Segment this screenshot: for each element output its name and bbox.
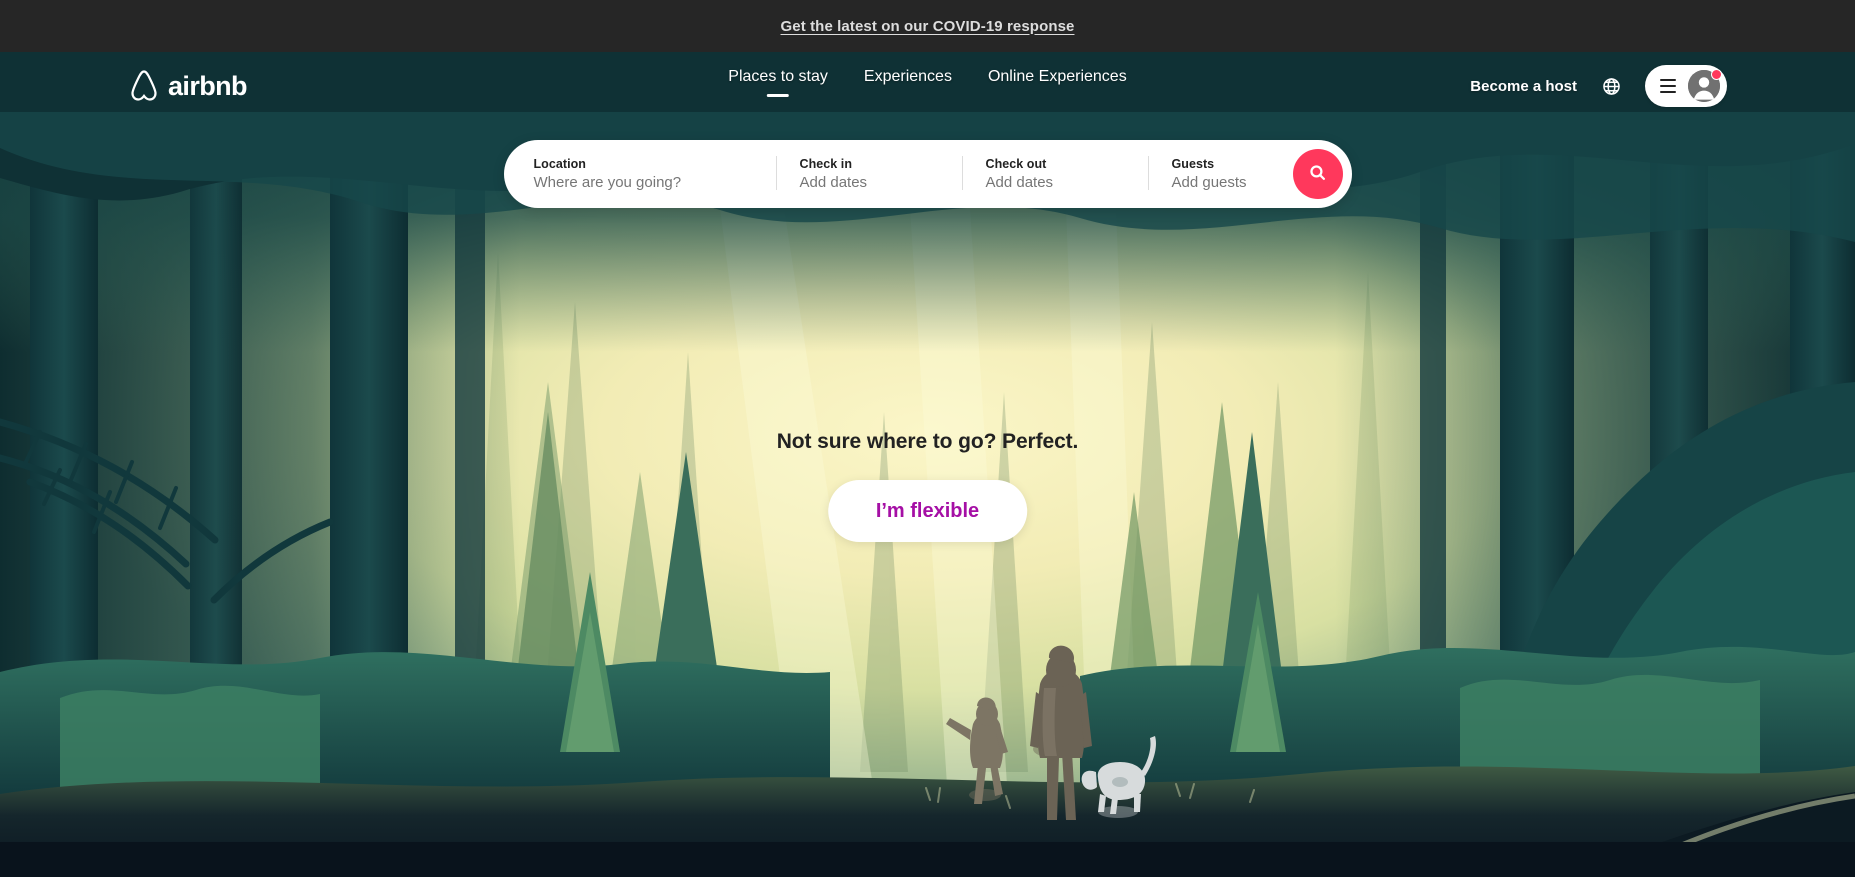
header-actions: Become a host	[1470, 65, 1727, 107]
notification-badge	[1711, 69, 1722, 80]
user-avatar-icon	[1688, 69, 1722, 102]
magnifier-icon	[1309, 164, 1326, 184]
hero-tagline: Not sure where to go? Perfect.	[776, 430, 1079, 453]
search-field-location[interactable]: Location Where are you going?	[504, 140, 776, 208]
site-header: airbnb Places to stay Experiences Online…	[0, 52, 1855, 120]
location-input[interactable]: Where are you going?	[534, 174, 752, 191]
globe-icon[interactable]	[1593, 68, 1629, 104]
covid-response-link[interactable]: Get the latest on our COVID-19 response	[781, 18, 1075, 35]
location-label: Location	[533, 157, 586, 171]
search-bar: Location Where are you going? Check in A…	[503, 140, 1352, 208]
covid-banner: Get the latest on our COVID-19 response	[0, 0, 1855, 52]
nav-item-places-to-stay[interactable]: Places to stay	[728, 68, 828, 97]
become-a-host-link[interactable]: Become a host	[1470, 78, 1577, 95]
im-flexible-button[interactable]: I’m flexible	[827, 480, 1028, 542]
search-field-checkout[interactable]: Check out Add dates	[961, 140, 1148, 208]
airbnb-bélo-icon	[128, 69, 160, 103]
hero-content: Not sure where to go? Perfect. I’m flexi…	[776, 430, 1079, 542]
nav-item-experiences[interactable]: Experiences	[864, 68, 952, 97]
search-field-checkin[interactable]: Check in Add dates	[775, 140, 962, 208]
airbnb-wordmark: airbnb	[168, 70, 248, 101]
search-button[interactable]	[1292, 149, 1343, 199]
checkin-label: Check in	[799, 157, 852, 171]
guests-label: Guests	[1171, 157, 1215, 171]
checkin-input[interactable]: Add dates	[800, 174, 938, 191]
hamburger-icon	[1660, 79, 1676, 93]
search-field-guests[interactable]: Guests Add guests	[1147, 140, 1292, 208]
nav-item-online-experiences[interactable]: Online Experiences	[988, 68, 1127, 97]
checkout-label: Check out	[985, 157, 1047, 171]
user-menu-button[interactable]	[1645, 65, 1727, 107]
guests-input[interactable]: Add guests	[1172, 174, 1268, 191]
checkout-input[interactable]: Add dates	[986, 174, 1124, 191]
primary-nav: Places to stay Experiences Online Experi…	[728, 68, 1126, 97]
airbnb-logo[interactable]: airbnb	[128, 69, 248, 103]
